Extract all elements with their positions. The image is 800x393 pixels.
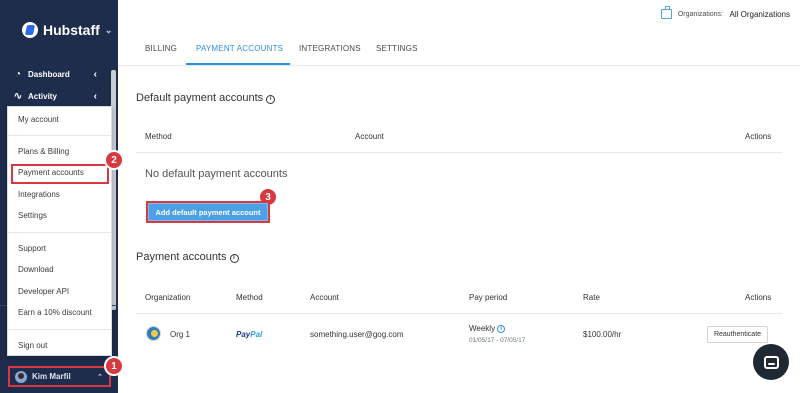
tab-settings[interactable]: SETTINGS — [376, 44, 418, 53]
rate-value: $100.00/hr — [583, 330, 622, 339]
organizations-label: Organizations: — [677, 11, 723, 18]
column-header-account: Account — [355, 132, 384, 141]
chevron-left-icon: ‹ — [93, 90, 97, 102]
menu-item-integrations[interactable]: Integrations — [8, 190, 111, 199]
column-header-method: Method — [236, 293, 263, 302]
default-accounts-title: Default payment accounts i — [136, 92, 276, 104]
tab-integrations[interactable]: INTEGRATIONS — [299, 44, 361, 53]
organization-avatar — [146, 326, 161, 341]
caret-up-icon: ⌃ — [97, 373, 103, 381]
user-name: Kim Marfil — [32, 372, 71, 381]
info-icon: i — [497, 325, 506, 333]
menu-divider — [8, 135, 111, 136]
brand-name: Hubstaff — [43, 22, 100, 38]
hubstaff-logo-icon — [22, 22, 38, 38]
empty-state-text: No default payment accounts — [145, 168, 288, 180]
activity-icon: ∿ — [13, 90, 23, 102]
column-header-actions: Actions — [745, 132, 772, 141]
organization-icon — [661, 6, 672, 19]
table-divider — [136, 313, 782, 314]
add-default-payment-account-button[interactable]: Add default payment account — [146, 201, 270, 223]
organization-selector[interactable]: All Organizations — [730, 10, 790, 19]
account-dropdown-menu: My account Plans & Billing Payment accou… — [7, 106, 112, 356]
menu-item-download[interactable]: Download — [8, 265, 111, 274]
section-title-text: Payment accounts — [136, 251, 227, 263]
pay-period: Weekly i — [469, 324, 506, 333]
column-header-rate: Rate — [583, 293, 600, 302]
menu-divider — [8, 329, 111, 330]
active-tab-indicator — [186, 63, 290, 65]
column-header-account: Account — [310, 293, 339, 302]
payment-accounts-title: Payment accounts i — [136, 251, 239, 263]
payment-accounts-highlight — [11, 164, 109, 184]
pay-period-dates: 01/05/17 - 07/05/17 — [469, 337, 526, 344]
user-menu-toggle[interactable]: Kim Marfil ⌃ — [8, 366, 111, 387]
column-header-method: Method — [145, 132, 172, 141]
menu-divider — [8, 232, 111, 233]
chevron-left-icon: ‹ — [93, 68, 97, 80]
brand-caret-icon: ⌄ — [104, 24, 113, 35]
menu-item-sign-out[interactable]: Sign out — [8, 341, 111, 350]
chat-launcher-button[interactable] — [753, 344, 789, 380]
organization-name: Org 1 — [170, 330, 191, 339]
column-header-actions: Actions — [745, 293, 772, 302]
column-header-pay-period: Pay period — [469, 293, 508, 302]
sidebar-item-dashboard[interactable]: ◔ Dashboard ‹ — [0, 63, 107, 85]
sidebar-item-activity[interactable]: ∿ Activity ‹ — [0, 85, 107, 107]
table-divider — [136, 152, 782, 153]
tab-payment-accounts[interactable]: PAYMENT ACCOUNTS — [196, 44, 283, 53]
info-icon[interactable]: i — [229, 254, 239, 263]
menu-item-plans-billing[interactable]: Plans & Billing — [8, 147, 111, 156]
dashboard-icon: ◔ — [14, 68, 22, 80]
account-email: something.user@gog.com — [310, 330, 404, 339]
info-icon[interactable]: i — [266, 95, 276, 104]
sidebar-item-label: Activity — [28, 91, 57, 101]
section-title-text: Default payment accounts — [136, 92, 264, 104]
sidebar-item-label: Dashboard — [28, 69, 70, 79]
avatar — [15, 370, 27, 383]
menu-item-support[interactable]: Support — [8, 244, 111, 253]
step-badge-1: 1 — [104, 356, 124, 376]
menu-item-my-account[interactable]: My account — [8, 115, 111, 124]
paypal-logo: PayPal — [236, 330, 263, 339]
tab-billing[interactable]: BILLING — [145, 44, 177, 53]
menu-item-developer-api[interactable]: Developer API — [8, 287, 111, 296]
top-bar: Organizations: All Organizations — [118, 0, 800, 30]
chat-icon — [763, 355, 779, 369]
reauthenticate-button[interactable]: Reauthenticate — [707, 326, 768, 343]
column-header-organization: Organization — [145, 293, 191, 302]
menu-item-earn-discount[interactable]: Earn a 10% discount — [8, 308, 111, 317]
menu-item-settings[interactable]: Settings — [8, 211, 111, 220]
step-badge-2: 2 — [104, 150, 124, 170]
brand-logo[interactable]: Hubstaff ⌄ — [22, 22, 112, 38]
tab-bar: BILLING PAYMENT ACCOUNTS INTEGRATIONS SE… — [118, 30, 800, 66]
